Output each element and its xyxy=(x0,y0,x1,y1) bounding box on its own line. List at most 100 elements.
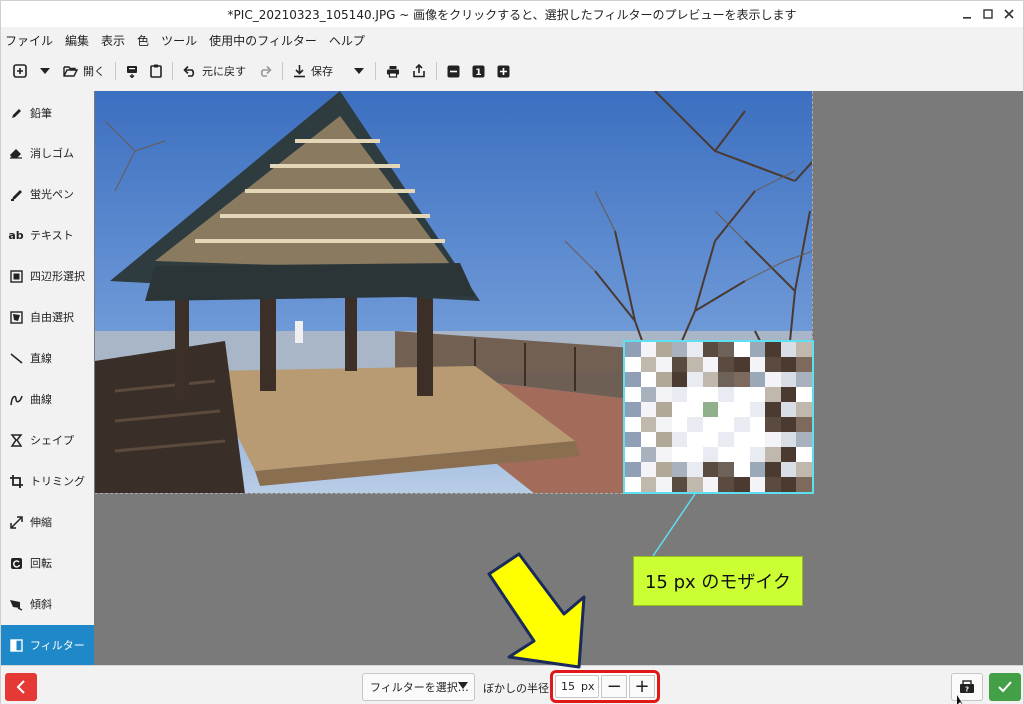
mosaic-cell xyxy=(796,342,812,357)
tool-rectangle-select[interactable]: 四辺形選択 xyxy=(1,256,94,296)
tool-free-select[interactable]: 自由選択 xyxy=(1,297,94,337)
mosaic-cell xyxy=(640,402,657,417)
highlighter-icon xyxy=(8,186,24,202)
tool-line[interactable]: 直線 xyxy=(1,338,94,378)
tool-skew[interactable]: 傾斜 xyxy=(1,584,94,624)
menu-help[interactable]: ヘルプ xyxy=(329,32,365,49)
menu-active-filters[interactable]: 使用中のフィルター xyxy=(209,32,317,49)
tool-shape[interactable]: シェイプ xyxy=(1,420,94,460)
skew-icon xyxy=(8,596,24,612)
blur-radius-input[interactable]: 15 px xyxy=(555,675,600,698)
tool-pencil[interactable]: 鉛筆 xyxy=(1,93,94,133)
close-button[interactable] xyxy=(999,5,1019,23)
mosaic-cell xyxy=(749,477,766,492)
toolbar-separator xyxy=(172,62,173,80)
menu-file[interactable]: ファイル xyxy=(5,32,53,49)
mosaic-cell xyxy=(734,462,750,477)
share-button[interactable] xyxy=(406,59,432,83)
new-icon xyxy=(13,64,27,78)
download-icon xyxy=(294,65,305,78)
save-button[interactable]: 保存 xyxy=(287,59,339,83)
mosaic-cell xyxy=(780,447,797,462)
mouse-cursor xyxy=(957,695,963,704)
tool-crop[interactable]: トリミング xyxy=(1,461,94,501)
tool-text[interactable]: ab テキスト xyxy=(1,215,94,255)
mosaic-cell xyxy=(734,477,750,492)
mosaic-cell xyxy=(656,447,672,462)
toolbar-separator xyxy=(115,62,116,80)
mosaic-cell xyxy=(671,342,688,357)
zoom-reset-button[interactable]: 1 xyxy=(466,59,491,83)
maximize-button[interactable] xyxy=(978,5,998,23)
bottom-bar: フィルターを選択… ぼかしの半径 15 px − + ? xyxy=(1,665,1023,704)
annotation-arrow xyxy=(487,552,586,669)
minimize-button[interactable] xyxy=(957,5,977,23)
open-label: 開く xyxy=(83,65,105,78)
print-button[interactable] xyxy=(380,59,406,83)
menu-bar: ファイル 編集 表示 色 ツール 使用中のフィルター ヘルプ xyxy=(1,29,377,51)
mosaic-cell xyxy=(749,417,766,432)
crop-icon xyxy=(8,473,24,489)
tool-label: 四辺形選択 xyxy=(30,270,85,283)
save-menu-dropdown[interactable] xyxy=(347,59,371,83)
tool-label: シェイプ xyxy=(30,434,74,447)
tool-label: 傾斜 xyxy=(30,598,52,611)
mosaic-cell xyxy=(702,432,719,447)
blur-radius-spinner: 15 px − + xyxy=(550,670,660,703)
tool-curve[interactable]: 曲線 xyxy=(1,379,94,419)
mosaic-cell xyxy=(687,372,703,387)
paste-button[interactable] xyxy=(144,59,168,83)
paste-into-new-button[interactable] xyxy=(120,59,144,83)
toolbar-separator xyxy=(282,62,283,80)
mosaic-cell xyxy=(656,462,672,477)
toolbar: 開く 元に戻す 保存 1 xyxy=(1,57,1023,85)
mosaic-cell xyxy=(734,417,750,432)
tool-rotate[interactable]: 回転 xyxy=(1,543,94,583)
mosaic-cell xyxy=(780,402,797,417)
new-image-button[interactable] xyxy=(7,59,33,83)
mosaic-cell xyxy=(749,402,766,417)
mosaic-cell xyxy=(718,432,735,447)
apply-button[interactable] xyxy=(989,673,1021,701)
folder-open-icon xyxy=(63,66,78,77)
tool-scale[interactable]: 伸縮 xyxy=(1,502,94,542)
paste-special-icon xyxy=(127,66,137,78)
mosaic-cell xyxy=(734,372,750,387)
mosaic-cell xyxy=(656,417,672,432)
menu-color[interactable]: 色 xyxy=(137,32,149,49)
pencil-icon xyxy=(8,105,24,121)
tool-highlighter[interactable]: 蛍光ペン xyxy=(1,174,94,214)
tool-label: 蛍光ペン xyxy=(30,188,74,201)
zoom-out-button[interactable] xyxy=(441,59,466,83)
rotate-icon xyxy=(8,555,24,571)
zoom-in-button[interactable] xyxy=(491,59,516,83)
open-button[interactable]: 開く xyxy=(57,59,111,83)
chevron-down-icon xyxy=(354,68,364,74)
mosaic-cell xyxy=(765,417,781,432)
window-title: *PIC_20210323_105140.JPG ~ 画像をクリックすると、選択… xyxy=(227,7,797,22)
mosaic-cell xyxy=(796,447,812,462)
increment-button[interactable]: + xyxy=(629,675,655,698)
mosaic-cell xyxy=(702,387,719,402)
tool-eraser[interactable]: 消しゴム xyxy=(1,133,94,173)
mosaic-cell xyxy=(702,447,719,462)
tool-label: 自由選択 xyxy=(30,311,74,324)
menu-tools[interactable]: ツール xyxy=(161,32,197,49)
tool-label: 直線 xyxy=(30,352,52,365)
mosaic-cell xyxy=(749,387,766,402)
tool-filter[interactable]: フィルター xyxy=(1,625,94,665)
mosaic-cell xyxy=(671,402,688,417)
mosaic-cell xyxy=(765,477,781,492)
mosaic-cell xyxy=(796,462,812,477)
new-menu-dropdown[interactable] xyxy=(33,59,57,83)
back-button[interactable] xyxy=(5,673,37,701)
menu-view[interactable]: 表示 xyxy=(101,32,125,49)
decrement-button[interactable]: − xyxy=(601,675,628,698)
undo-button[interactable]: 元に戻す xyxy=(177,59,252,83)
menu-edit[interactable]: 編集 xyxy=(65,32,89,49)
mosaic-cell xyxy=(640,432,657,447)
redo-button[interactable] xyxy=(252,59,278,83)
chevron-left-icon xyxy=(16,680,25,694)
filter-select-dropdown[interactable]: フィルターを選択… xyxy=(362,673,475,701)
rect-select-icon xyxy=(8,268,24,284)
